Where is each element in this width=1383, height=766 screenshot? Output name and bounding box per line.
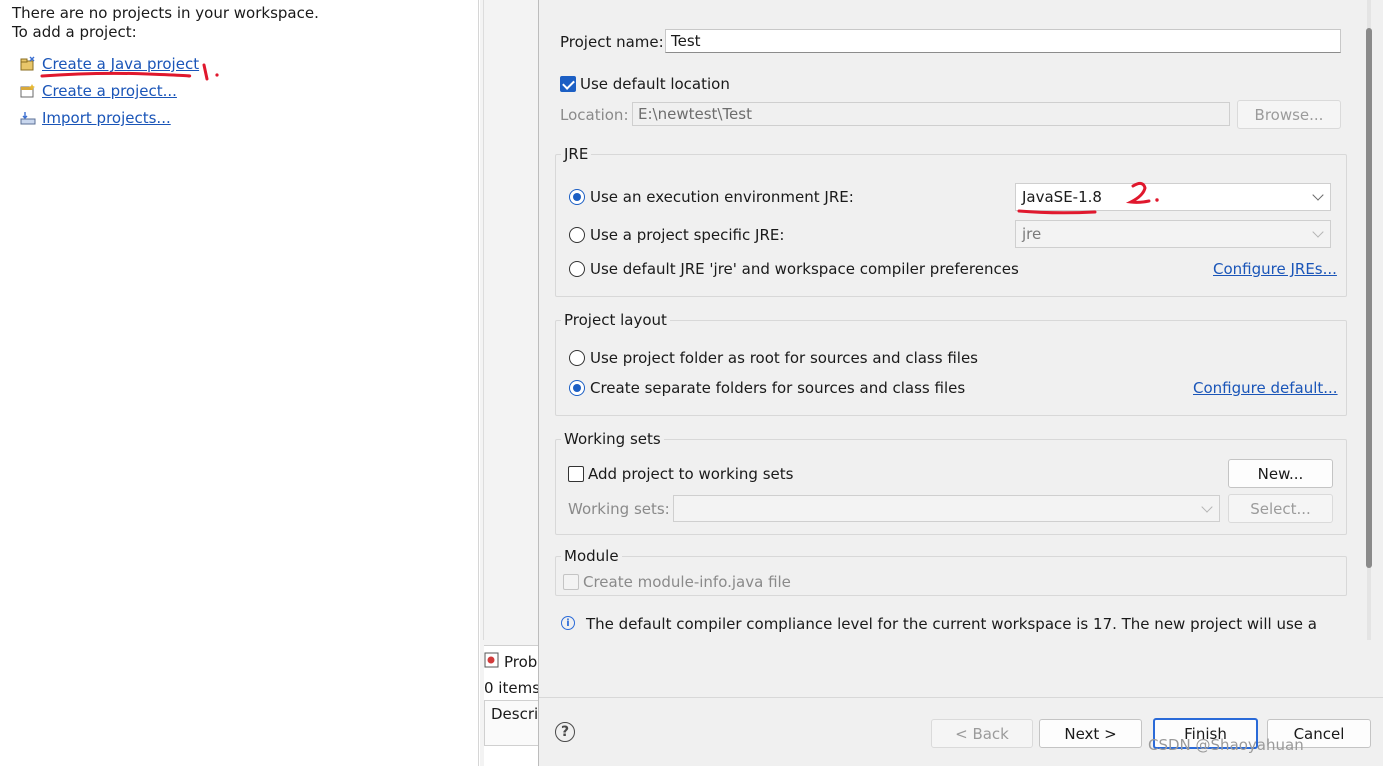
create-module-info-label: Create module-info.java file [583,573,791,591]
jre-default-radio[interactable] [569,261,585,277]
problems-tab[interactable]: Prob [484,652,537,672]
working-sets-title: Working sets [561,430,664,448]
location-label: Location: [560,106,629,124]
configure-default-link[interactable]: Configure default... [1193,379,1338,397]
browse-button[interactable]: Browse... [1237,100,1341,129]
layout-root-label: Use project folder as root for sources a… [590,349,978,367]
chevron-down-icon [1201,501,1213,513]
layout-separate-label: Create separate folders for sources and … [590,379,966,397]
problems-column-header[interactable]: Descri [484,700,538,746]
import-projects-link-row[interactable]: Import projects... [20,108,171,128]
new-java-project-dialog: Project name: Test Use default location … [538,0,1383,766]
dialog-scrollbar[interactable] [1365,0,1373,640]
create-module-info-checkbox[interactable] [563,574,579,590]
annotation-underline-2 [1017,181,1159,215]
location-input[interactable]: E:\newtest\Test [632,102,1230,126]
scrollbar-thumb[interactable] [1366,28,1372,568]
package-explorer: There are no projects in your workspace.… [0,0,479,766]
chevron-down-icon [1312,226,1324,238]
project-layout-title: Project layout [561,311,670,329]
new-working-set-button[interactable]: New... [1228,459,1333,488]
jre-execution-env-radio[interactable] [569,189,585,205]
project-name-label: Project name: [560,33,664,51]
add-project-hint: To add a project: [12,23,137,41]
select-working-set-button[interactable]: Select... [1228,494,1333,523]
java-project-icon [20,56,36,72]
import-icon [20,110,36,126]
empty-workspace-message: There are no projects in your workspace. [12,4,319,22]
jre-project-specific-label: Use a project specific JRE: [590,226,785,244]
problems-icon [484,652,500,672]
layout-separate-radio[interactable] [569,380,585,396]
use-default-location-checkbox[interactable] [560,76,576,92]
info-icon: i [561,616,575,630]
next-button[interactable]: Next > [1039,719,1142,748]
compliance-info-text: The default compiler compliance level fo… [586,615,1317,633]
working-sets-combo[interactable] [673,495,1220,522]
configure-jres-link[interactable]: Configure JREs... [1213,260,1337,278]
project-name-input[interactable]: Test [665,29,1341,53]
back-button[interactable]: < Back [931,719,1033,748]
chevron-down-icon [1312,189,1324,201]
jre-group-title: JRE [561,145,592,163]
project-layout-group [555,320,1347,416]
watermark: CSDN @Shaoyahuan [1148,736,1304,754]
jre-execution-env-label: Use an execution environment JRE: [590,188,854,206]
project-jre-combo[interactable]: jre [1015,220,1331,248]
use-default-location-label: Use default location [580,75,730,93]
problems-view: Prob 0 items Descri [484,645,538,766]
layout-root-radio[interactable] [569,350,585,366]
add-to-working-sets-label: Add project to working sets [588,465,794,483]
add-to-working-sets-checkbox[interactable] [568,466,584,482]
problems-count: 0 items [484,679,538,697]
help-icon[interactable]: ? [555,722,575,742]
module-title: Module [561,547,622,565]
new-project-icon [20,83,36,99]
jre-default-label: Use default JRE 'jre' and workspace comp… [590,260,1019,278]
jre-project-specific-radio[interactable] [569,227,585,243]
working-sets-label: Working sets: [568,500,670,518]
import-projects-link[interactable]: Import projects... [42,109,171,127]
annotation-underline-1 [40,63,219,81]
